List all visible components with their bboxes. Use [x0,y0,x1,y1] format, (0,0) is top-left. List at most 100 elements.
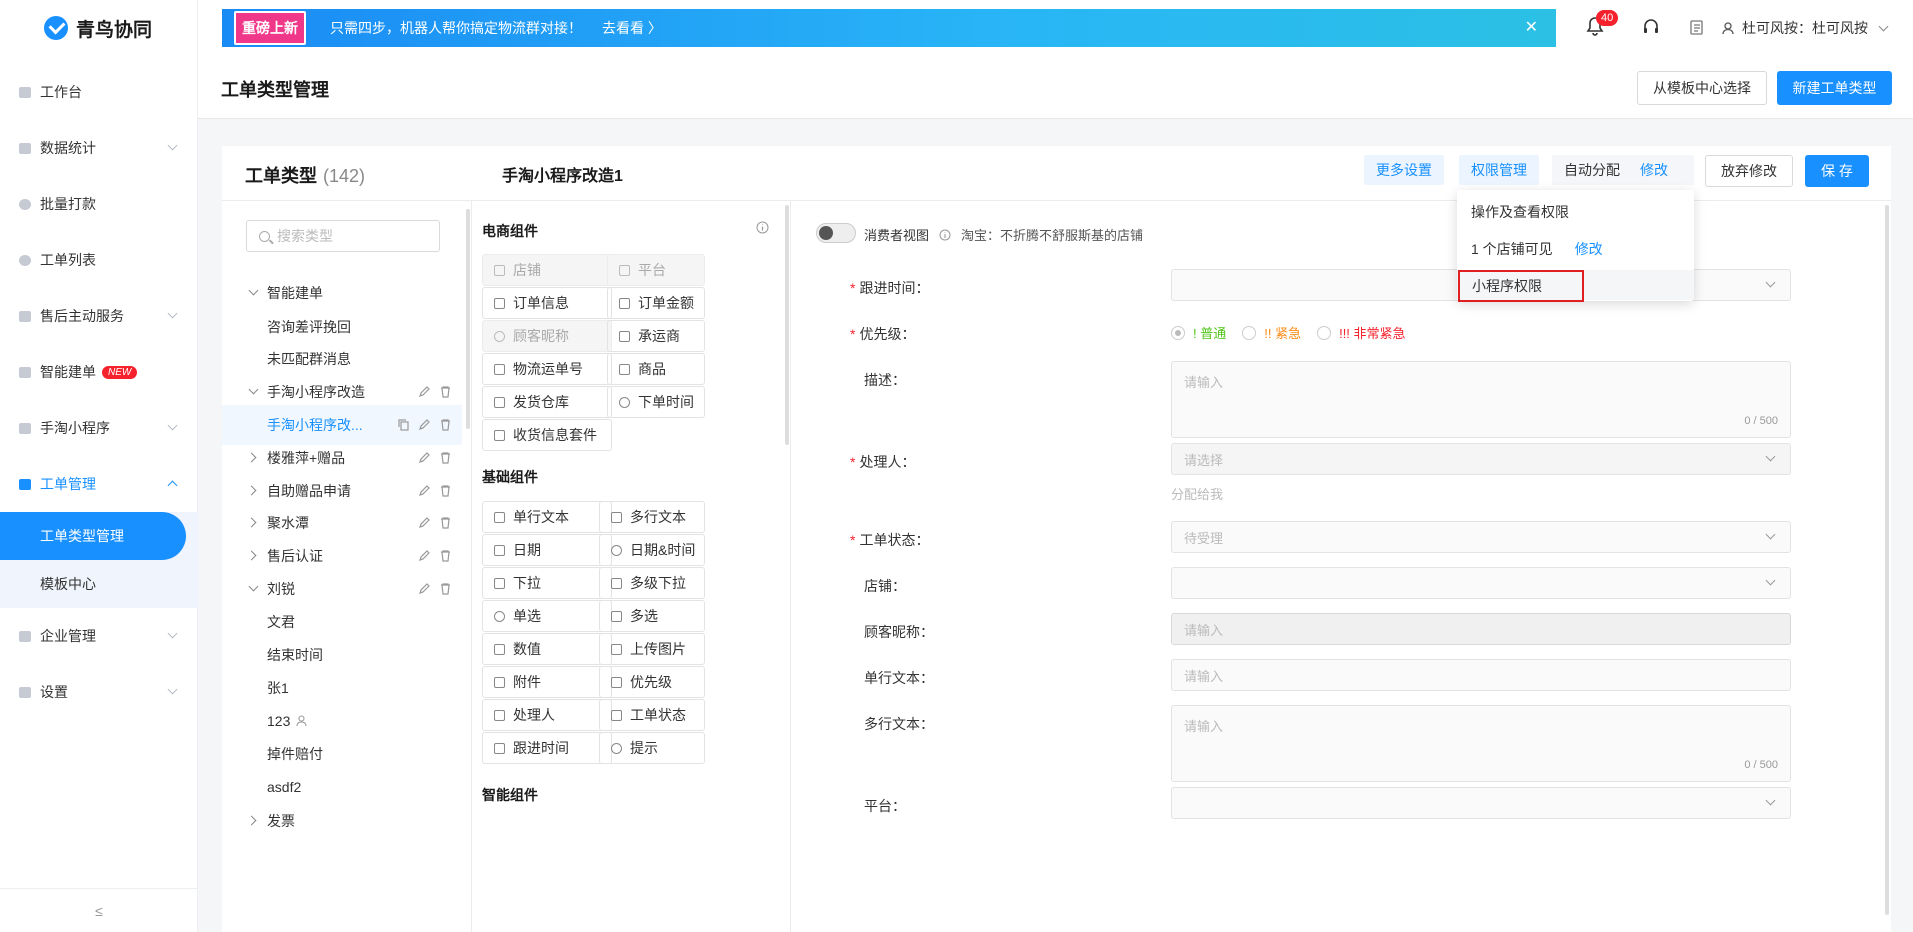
type-search-input[interactable]: 搜索类型 [246,220,440,252]
sidebar-item-aftersale[interactable]: 售后主动服务 [0,288,198,344]
component-customer-nick[interactable]: 顾客昵称 [482,320,612,352]
close-icon[interactable]: ✕ [1525,17,1538,37]
collapse-sidebar-button[interactable]: ≤ [0,888,198,932]
sidebar-item-batch-pay[interactable]: 批量打款 [0,176,198,232]
promo-banner[interactable]: 重磅上新 只需四步，机器人帮你搞定物流群对接！ 去看看 〉 ✕ [222,9,1556,47]
user-menu[interactable]: 杜可风按：杜可风按 [1722,18,1889,38]
component-ticket-status[interactable]: 工单状态 [599,699,705,731]
sidebar-item-template-center[interactable]: 模板中心 [0,560,198,608]
info-icon[interactable] [756,221,769,234]
description-textarea[interactable]: 请输入 0 / 500 [1171,361,1791,438]
sidebar-item-stats[interactable]: 数据统计 [0,120,198,176]
component-follow-time[interactable]: 跟进时间 [482,732,612,764]
permission-manage-button[interactable]: 权限管理 [1459,155,1539,185]
priority-urgent-radio[interactable]: !! 紧急 [1242,323,1301,342]
tree-node-group[interactable]: 发票 [222,801,462,841]
sidebar-item-ticket-list[interactable]: 工单列表 [0,232,198,288]
sidebar-item-ticket-manage[interactable]: 工单管理 [0,456,198,512]
single-text-input[interactable]: 请输入 [1171,659,1791,691]
component-dropdown[interactable]: 下拉 [482,567,612,599]
component-warehouse[interactable]: 发货仓库 [482,386,612,418]
sidebar-item-smart-create[interactable]: 智能建单 NEW [0,344,198,400]
component-carrier[interactable]: 承运商 [607,320,705,352]
edit-icon[interactable] [418,385,431,398]
component-order-time[interactable]: 下单时间 [607,386,705,418]
consumer-view-toggle[interactable] [816,223,856,243]
edit-icon[interactable] [418,451,431,464]
info-icon[interactable] [939,229,951,241]
operation-view-permission-item[interactable]: 操作及查看权限 [1471,202,1569,222]
new-ticket-type-button[interactable]: 新建工单类型 [1777,71,1892,105]
template-center-button[interactable]: 从模板中心选择 [1637,71,1767,105]
component-multi-text[interactable]: 多行文本 [599,501,705,533]
component-order-info[interactable]: 订单信息 [482,287,612,319]
truck-icon [619,331,630,342]
copy-icon[interactable] [397,418,410,431]
multi-text-textarea[interactable]: 请输入 0 / 500 [1171,705,1791,782]
component-handler[interactable]: 处理人 [482,699,612,731]
sidebar-item-ticket-type-manage[interactable]: 工单类型管理 [0,512,186,560]
sidebar-item-settings[interactable]: 设置 [0,664,198,720]
component-upload-image[interactable]: 上传图片 [599,633,705,665]
more-settings-button[interactable]: 更多设置 [1364,155,1444,185]
sidebar-item-miniapp[interactable]: 手淘小程序 [0,400,198,456]
platform-select[interactable] [1171,787,1791,819]
status-select[interactable]: 待受理 [1171,521,1791,553]
component-store[interactable]: 店铺 [482,254,612,286]
banner-link[interactable]: 去看看 〉 [602,18,662,38]
document-icon[interactable] [1690,20,1704,35]
component-product[interactable]: 商品 [607,353,705,385]
app-logo[interactable]: 青鸟协同 [44,14,152,42]
chevron-down-icon [248,581,259,592]
headset-icon[interactable] [1642,18,1660,36]
store-select[interactable] [1171,567,1791,599]
scrollbar[interactable] [466,209,470,429]
component-receive-info[interactable]: 收货信息套件 [482,419,612,451]
delete-icon[interactable] [439,418,452,431]
edit-icon[interactable] [418,582,431,595]
store-visible-modify-link[interactable]: 修改 [1575,241,1603,257]
component-single-text[interactable]: 单行文本 [482,501,612,533]
assign-to-me-link[interactable]: 分配给我 [1171,484,1223,503]
delete-icon[interactable] [439,484,452,497]
save-button[interactable]: 保 存 [1805,155,1869,187]
types-count: (142) [323,166,366,186]
clock-icon [611,545,622,556]
component-tip[interactable]: 提示 [599,732,705,764]
priority-normal-radio[interactable]: ! 普通 [1171,323,1226,342]
nick-input[interactable]: 请输入 [1171,613,1791,645]
handler-select[interactable]: 请选择 [1171,443,1791,475]
component-checkbox[interactable]: 多选 [599,600,705,632]
component-cascade-dropdown[interactable]: 多级下拉 [599,567,705,599]
edit-icon[interactable] [418,484,431,497]
miniapp-permission-item[interactable]: 小程序权限 [1458,270,1584,302]
component-platform[interactable]: 平台 [607,254,705,286]
discard-changes-button[interactable]: 放弃修改 [1705,155,1793,187]
component-datetime[interactable]: 日期&时间 [599,534,705,566]
priority-very-urgent-radio[interactable]: !!! 非常紧急 [1317,323,1406,342]
component-palette: 电商组件 店铺 平台 订单信息 订单金额 顾客昵称 承运商 物流运单号 商品 发… [473,201,791,932]
component-date[interactable]: 日期 [482,534,612,566]
delete-icon[interactable] [439,451,452,464]
node-actions [418,516,452,529]
ticket-icon [19,478,31,490]
delete-icon[interactable] [439,385,452,398]
auto-assign-modify-link[interactable]: 修改 [1640,160,1668,180]
component-number[interactable]: 数值 [482,633,612,665]
delete-icon[interactable] [439,549,452,562]
chevron-down-icon [1765,277,1776,288]
delete-icon[interactable] [439,582,452,595]
edit-icon[interactable] [418,418,431,431]
component-attachment[interactable]: 附件 [482,666,612,698]
component-order-amount[interactable]: 订单金额 [607,287,705,319]
scrollbar[interactable] [1885,205,1889,915]
edit-icon[interactable] [418,516,431,529]
sidebar-item-enterprise[interactable]: 企业管理 [0,608,198,664]
edit-icon[interactable] [418,549,431,562]
component-radio[interactable]: 单选 [482,600,612,632]
component-priority[interactable]: 优先级 [599,666,705,698]
delete-icon[interactable] [439,516,452,529]
scrollbar[interactable] [785,205,789,445]
component-tracking-no[interactable]: 物流运单号 [482,353,612,385]
sidebar-item-workbench[interactable]: 工作台 [0,64,198,120]
